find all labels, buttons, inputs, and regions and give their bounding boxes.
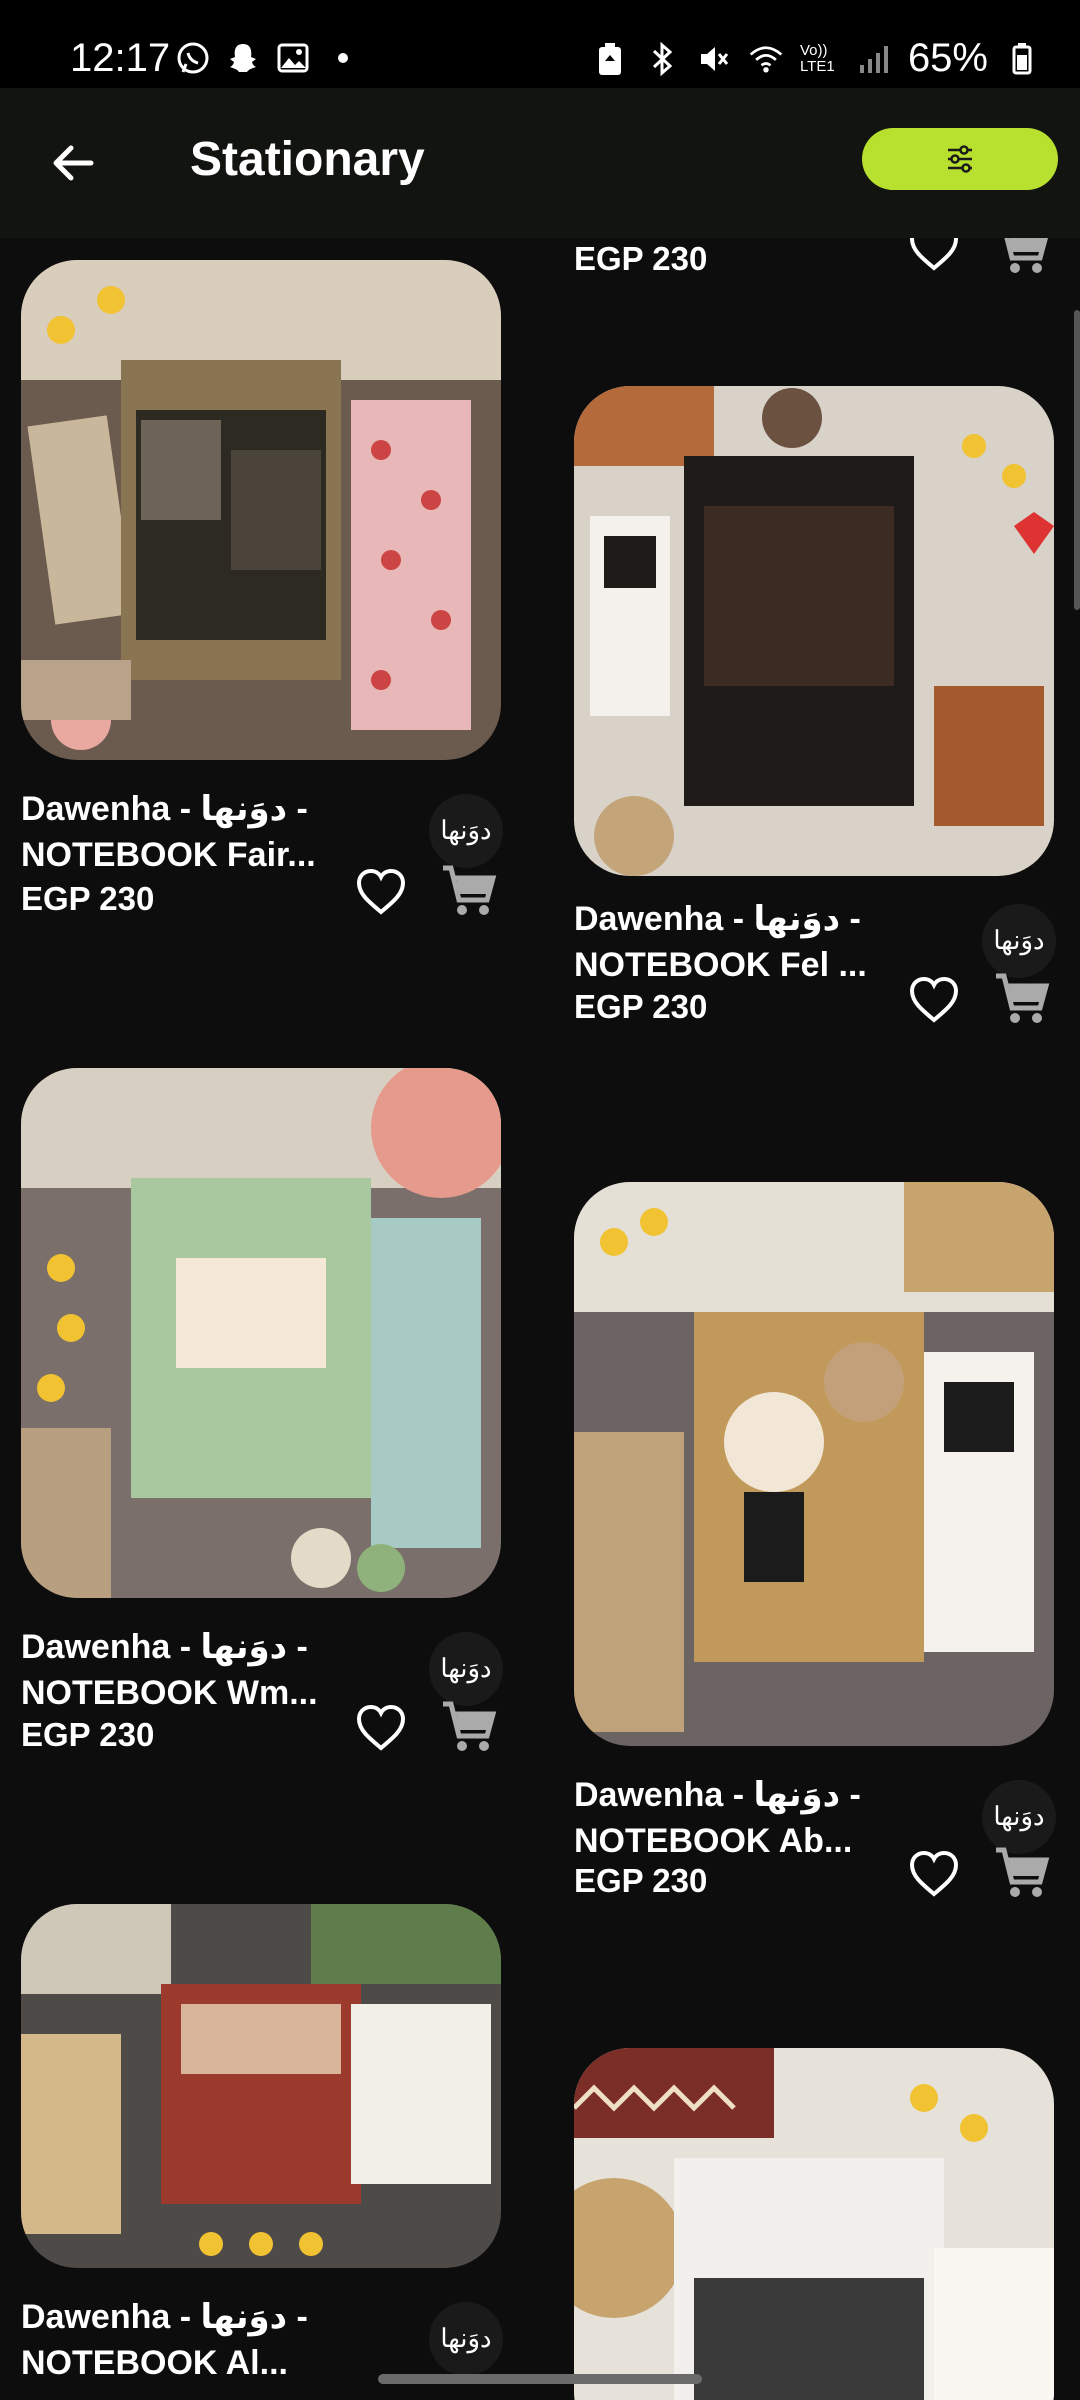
status-bar: 12:17 Vo)) LTE1 65% [0, 0, 1080, 88]
heart-icon[interactable] [906, 972, 962, 1028]
product-card[interactable]: Dawenha - دوَنها - NOTEBOOK Al... دوَنها [21, 1904, 503, 2400]
sliders-icon [948, 145, 972, 173]
wifi-icon [748, 41, 784, 77]
notification-icons [175, 40, 361, 76]
product-price: EGP 230 [574, 988, 708, 1025]
scrollbar[interactable] [1074, 310, 1080, 610]
heart-icon[interactable] [906, 1846, 962, 1902]
whatsapp-icon [175, 40, 211, 76]
product-image[interactable] [574, 2048, 1054, 2400]
product-name-line1: Dawenha - دوَنها - [574, 1776, 861, 1814]
cart-icon[interactable] [992, 1842, 1054, 1904]
product-image[interactable] [21, 1904, 501, 2268]
heart-icon[interactable] [353, 1700, 409, 1756]
page-title: Stationary [190, 133, 425, 186]
product-image[interactable] [21, 260, 501, 760]
snapchat-icon [225, 40, 261, 76]
product-name-line1: Dawenha - دوَنها - [574, 900, 861, 938]
product-price: EGP 230 [21, 1716, 155, 1753]
product-card[interactable]: Dawenha - دوَنها - NOTEBOOK Wm... دوَنها… [21, 1068, 503, 1753]
status-time: 12:17 [70, 36, 171, 80]
brand-logo: دوَنها [429, 794, 503, 868]
product-name-line2: NOTEBOOK Al... [21, 2344, 288, 2382]
product-card[interactable] [574, 2048, 1054, 2400]
cart-icon[interactable] [439, 860, 501, 922]
gallery-icon [275, 40, 311, 76]
product-name-line1: Dawenha - دوَنها - [21, 790, 308, 828]
product-name: Dawenha - دوَنها - NOTEBOOK Al... [21, 2294, 421, 2386]
heart-icon[interactable] [353, 864, 409, 920]
product-name-line1: Dawenha - دوَنها - [21, 2298, 308, 2336]
battery-percent: 65% [907, 36, 988, 80]
product-grid[interactable]: EGP 230 Dawenha - دوَنها - NOTEBOOK Fair… [0, 238, 1080, 2400]
bluetooth-icon [644, 41, 680, 77]
mute-icon [696, 41, 732, 77]
brand-logo: دوَنها [429, 1632, 503, 1706]
brand-logo: دوَنها [982, 904, 1056, 978]
product-card[interactable]: Dawenha - دوَنها - NOTEBOOK Fair... دوَن… [21, 260, 503, 930]
cart-icon[interactable] [992, 238, 1054, 280]
product-image[interactable] [21, 1068, 501, 1598]
volte-label: Vo)) LTE1 [799, 41, 835, 75]
product-price: EGP 230 [574, 1862, 708, 1899]
cart-icon[interactable] [439, 1696, 501, 1758]
product-name-line1: Dawenha - دوَنها - [21, 1628, 308, 1666]
product-price: EGP 230 [21, 880, 155, 917]
app-bar: Stationary [0, 88, 1080, 238]
signal-icon [856, 41, 892, 77]
back-button[interactable] [40, 130, 106, 196]
system-icons: Vo)) LTE1 65% [592, 36, 1040, 81]
product-card[interactable]: Dawenha - دوَنها - NOTEBOOK Ab... دوَنها… [574, 1182, 1056, 1899]
product-card-partial-top[interactable]: EGP 230 [574, 238, 1054, 318]
battery-saver-icon [592, 41, 628, 77]
brand-logo: دوَنها [429, 2302, 503, 2376]
heart-icon[interactable] [906, 238, 962, 276]
product-image[interactable] [574, 386, 1054, 876]
cart-icon[interactable] [992, 968, 1054, 1030]
product-card[interactable]: Dawenha - دوَنها - NOTEBOOK Fel ... دوَن… [574, 386, 1056, 1056]
dot-icon [325, 40, 361, 76]
filter-button[interactable] [862, 128, 1058, 190]
product-price: EGP 230 [574, 240, 708, 277]
product-image[interactable] [574, 1182, 1054, 1746]
home-indicator[interactable] [378, 2374, 702, 2384]
arrow-left-icon [53, 145, 94, 181]
battery-icon [1004, 41, 1040, 77]
